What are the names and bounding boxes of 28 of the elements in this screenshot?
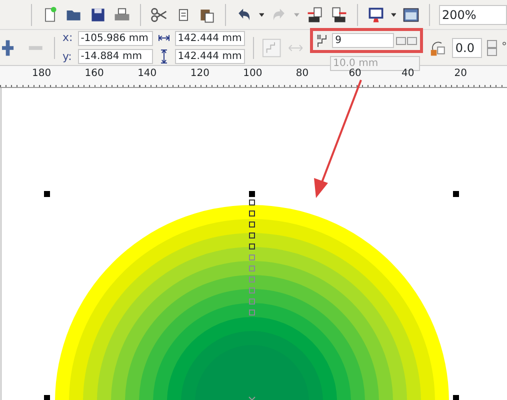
import-icon[interactable] bbox=[306, 4, 324, 24]
selection-handle[interactable] bbox=[453, 395, 459, 400]
contour-nodes[interactable] bbox=[249, 200, 255, 316]
ruler-label: 160 bbox=[84, 67, 105, 80]
selection-handle[interactable] bbox=[453, 191, 459, 197]
export-icon[interactable] bbox=[330, 4, 348, 24]
ruler-label: 140 bbox=[138, 67, 158, 80]
selection-handle[interactable] bbox=[249, 191, 255, 197]
ruler-label: 120 bbox=[190, 67, 210, 80]
center-mark bbox=[248, 396, 256, 400]
caret-icon[interactable] bbox=[390, 12, 396, 16]
x-position-field[interactable]: -105.986 mm bbox=[78, 31, 153, 46]
ruler-label: 80 bbox=[296, 67, 310, 80]
height-field[interactable]: 142.444 mm bbox=[174, 49, 245, 64]
width-field[interactable]: 142.444 mm bbox=[174, 31, 245, 46]
ruler-label: 100 bbox=[243, 67, 264, 80]
y-position-field[interactable]: -14.884 mm bbox=[78, 49, 153, 64]
selection-handle[interactable] bbox=[44, 191, 50, 197]
zoom-field[interactable]: 200% bbox=[438, 4, 507, 24]
x-label: x: bbox=[62, 30, 73, 46]
ruler-label: 20 bbox=[454, 67, 468, 80]
ruler-label: 180 bbox=[32, 67, 52, 80]
angle-field[interactable]: 0.0 bbox=[452, 38, 482, 58]
y-label: y: bbox=[62, 49, 73, 65]
caret-icon[interactable] bbox=[258, 12, 264, 16]
selection-handle[interactable] bbox=[44, 395, 50, 400]
degree-unit: ° bbox=[502, 39, 507, 56]
steps-field[interactable]: 9 bbox=[332, 33, 394, 48]
